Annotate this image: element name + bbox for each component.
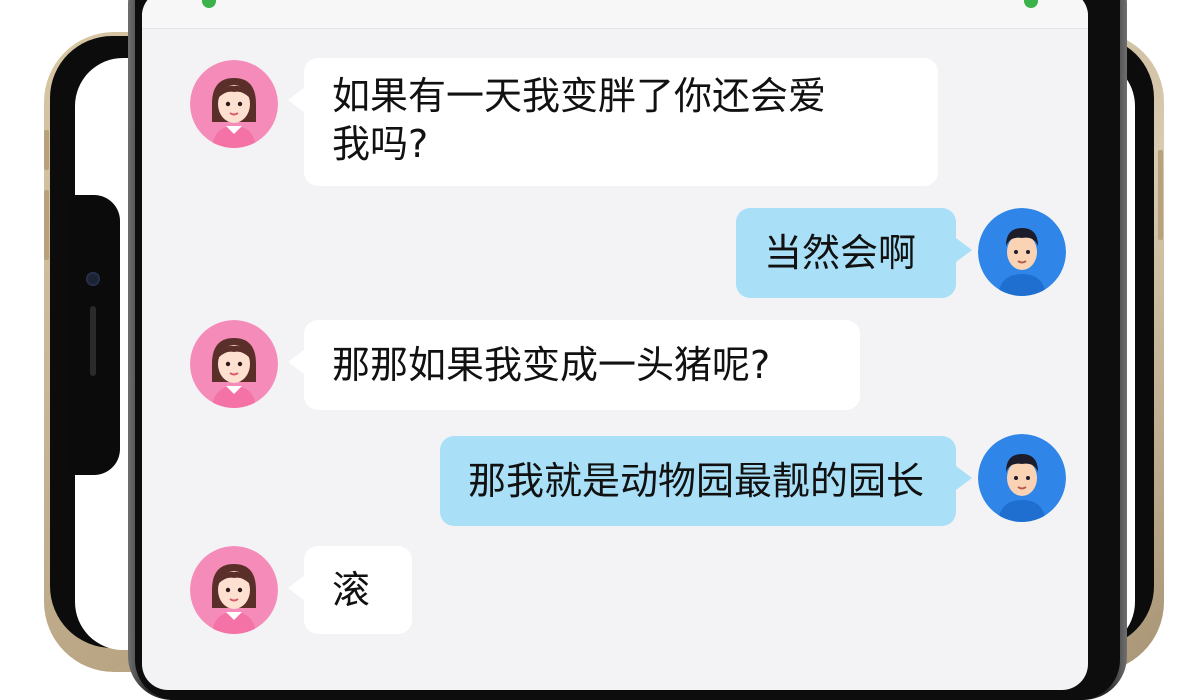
message-bubble-received[interactable]: 如果有一天我变胖了你还会爱 我吗? <box>288 58 938 186</box>
camera-icon <box>86 272 100 286</box>
message-text: 那那如果我变成一头猪呢? <box>332 343 771 387</box>
side-button <box>1158 150 1163 240</box>
message-text: 滚 <box>332 568 371 612</box>
avatar-girl[interactable] <box>190 546 278 634</box>
avatar-boy[interactable] <box>978 208 1066 296</box>
avatar-girl[interactable] <box>190 60 278 148</box>
message-bubble-received[interactable]: 滚 <box>288 546 412 634</box>
boy-avatar-icon <box>978 434 1066 522</box>
message-bubble-sent[interactable]: 那我就是动物园最靓的园长 <box>440 436 972 526</box>
status-bar <box>142 0 1088 29</box>
status-indicator-icon <box>1024 0 1038 8</box>
side-button <box>44 190 49 260</box>
message-text: 那我就是动物园最靓的园长 <box>468 459 925 503</box>
message-text: 当然会啊 <box>764 231 917 275</box>
boy-avatar-icon <box>978 208 1066 296</box>
girl-avatar-icon <box>190 320 278 408</box>
message-text-line: 如果有一天我变胖了你还会爱 <box>332 74 827 118</box>
message-bubble-received[interactable]: 那那如果我变成一头猪呢? <box>288 320 860 410</box>
chat-screen[interactable]: 如果有一天我变胖了你还会爱 我吗? 当然会啊 那那如果我变成一头猪呢? 那我就是… <box>142 0 1088 690</box>
girl-avatar-icon <box>190 546 278 634</box>
speaker-grille <box>90 306 96 376</box>
status-indicator-icon <box>202 0 216 8</box>
message-bubble-sent[interactable]: 当然会啊 <box>736 208 972 298</box>
message-text-line: 我吗? <box>332 122 429 166</box>
avatar-girl[interactable] <box>190 320 278 408</box>
avatar-boy[interactable] <box>978 434 1066 522</box>
side-button <box>44 130 49 170</box>
girl-avatar-icon <box>190 60 278 148</box>
